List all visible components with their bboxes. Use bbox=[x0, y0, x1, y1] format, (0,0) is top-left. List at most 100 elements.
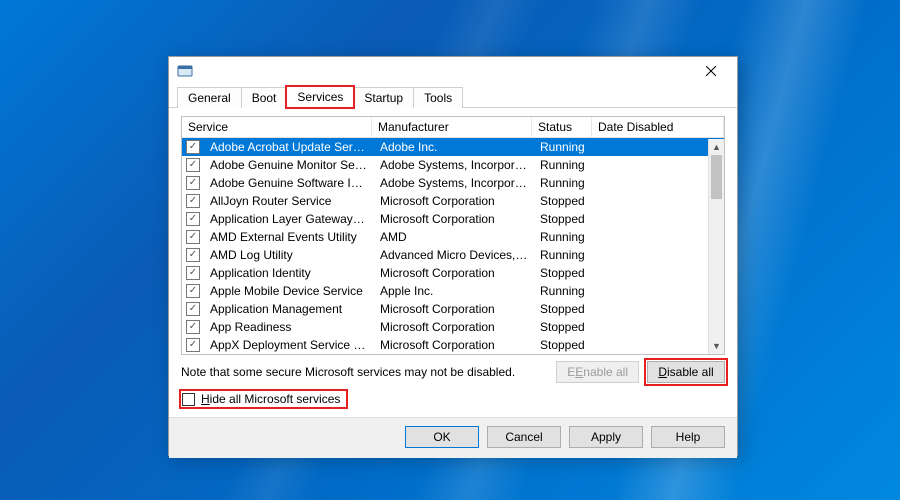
cell-service: Adobe Genuine Software Integri... bbox=[204, 173, 374, 193]
table-row[interactable]: ✓Adobe Acrobat Update ServiceAdobe Inc.R… bbox=[182, 138, 724, 156]
close-icon bbox=[706, 66, 716, 76]
msconfig-dialog: General Boot Services Startup Tools Serv… bbox=[168, 56, 738, 456]
table-row[interactable]: ✓ App ReadinessMicrosoft CorporationStopp… bbox=[182, 318, 724, 336]
cell-status: Running bbox=[534, 173, 594, 193]
row-checkbox[interactable]: ✓ bbox=[186, 302, 200, 316]
ok-button[interactable]: OK bbox=[405, 426, 479, 448]
dialog-button-row: OK Cancel Apply Help bbox=[169, 417, 737, 458]
cell-manufacturer: AMD bbox=[374, 227, 534, 247]
enable-all-button[interactable]: EEnable all bbox=[556, 361, 639, 383]
cell-status: Stopped bbox=[534, 317, 594, 337]
table-row[interactable]: ✓ Application ManagementMicrosoft Corpora… bbox=[182, 300, 724, 318]
cell-status: Stopped bbox=[534, 263, 594, 283]
cell-service: Application Layer Gateway Service bbox=[204, 209, 374, 229]
row-checkbox[interactable]: ✓ bbox=[186, 338, 200, 352]
table-row[interactable]: ✓ Application Layer Gateway ServiceMicros… bbox=[182, 210, 724, 228]
cell-date_disabled bbox=[594, 234, 674, 240]
cell-manufacturer: Microsoft Corporation bbox=[374, 317, 534, 337]
cell-status: Running bbox=[534, 155, 594, 175]
row-checkbox[interactable]: ✓ bbox=[186, 248, 200, 262]
hide-ms-services-checkbox[interactable] bbox=[182, 393, 195, 406]
cell-status: Running bbox=[534, 281, 594, 301]
cell-manufacturer: Adobe Systems, Incorpora... bbox=[374, 155, 534, 175]
cell-service: AppX Deployment Service (AppX... bbox=[204, 335, 374, 354]
list-body: ✓Adobe Acrobat Update ServiceAdobe Inc.R… bbox=[182, 138, 724, 354]
cell-status: Running bbox=[534, 245, 594, 265]
cell-date_disabled bbox=[594, 342, 674, 348]
row-checkbox[interactable]: ✓ bbox=[186, 284, 200, 298]
cell-manufacturer: Microsoft Corporation bbox=[374, 209, 534, 229]
table-row[interactable]: ✓ AMD External Events UtilityAMDRunning bbox=[182, 228, 724, 246]
cell-status: Stopped bbox=[534, 209, 594, 229]
apply-button[interactable]: Apply bbox=[569, 426, 643, 448]
table-row[interactable]: ✓ AMD Log UtilityAdvanced Micro Devices, … bbox=[182, 246, 724, 264]
tab-general[interactable]: General bbox=[177, 87, 242, 108]
cell-service: AllJoyn Router Service bbox=[204, 191, 374, 211]
cell-date_disabled bbox=[594, 198, 674, 204]
cell-service: AMD Log Utility bbox=[204, 245, 374, 265]
row-checkbox[interactable]: ✓ bbox=[186, 140, 200, 154]
tab-strip: General Boot Services Startup Tools bbox=[169, 85, 737, 108]
row-checkbox[interactable]: ✓ bbox=[186, 176, 200, 190]
table-row[interactable]: ✓ Adobe Genuine Monitor ServiceAdobe Syst… bbox=[182, 156, 724, 174]
col-service[interactable]: Service bbox=[182, 117, 372, 137]
cell-manufacturer: Microsoft Corporation bbox=[374, 299, 534, 319]
col-status[interactable]: Status bbox=[532, 117, 592, 137]
col-date-disabled[interactable]: Date Disabled bbox=[592, 117, 724, 137]
col-manufacturer[interactable]: Manufacturer bbox=[372, 117, 532, 137]
cell-date_disabled bbox=[594, 288, 674, 294]
scroll-down-icon[interactable]: ▼ bbox=[709, 338, 724, 354]
disable-all-button[interactable]: Disable all bbox=[647, 361, 725, 383]
cancel-button[interactable]: Cancel bbox=[487, 426, 561, 448]
table-row[interactable]: ✓Application IdentityMicrosoft Corporati… bbox=[182, 264, 724, 282]
cell-service: AMD External Events Utility bbox=[204, 227, 374, 247]
cell-manufacturer: Advanced Micro Devices, I... bbox=[374, 245, 534, 265]
list-header: Service Manufacturer Status Date Disable… bbox=[182, 117, 724, 138]
cell-service: Apple Mobile Device Service bbox=[204, 281, 374, 301]
scroll-up-icon[interactable]: ▲ bbox=[709, 139, 724, 155]
cell-date_disabled bbox=[594, 252, 674, 258]
cell-date_disabled bbox=[594, 270, 674, 276]
tab-tools[interactable]: Tools bbox=[413, 87, 463, 108]
row-checkbox[interactable]: ✓ bbox=[186, 158, 200, 172]
row-checkbox[interactable]: ✓ bbox=[186, 266, 200, 280]
cell-date_disabled bbox=[594, 324, 674, 330]
row-checkbox[interactable]: ✓ bbox=[186, 194, 200, 208]
help-button[interactable]: Help bbox=[651, 426, 725, 448]
row-checkbox[interactable]: ✓ bbox=[186, 320, 200, 334]
cell-service: Adobe Genuine Monitor Service bbox=[204, 155, 374, 175]
hide-ms-services-row[interactable]: Hide all Microsoft services bbox=[181, 391, 346, 407]
cell-status: Running bbox=[534, 227, 594, 247]
cell-manufacturer: Apple Inc. bbox=[374, 281, 534, 301]
cell-service: App Readiness bbox=[204, 317, 374, 337]
cell-manufacturer: Microsoft Corporation bbox=[374, 335, 534, 354]
scroll-thumb[interactable] bbox=[711, 155, 722, 199]
table-row[interactable]: ✓ AppX Deployment Service (AppX...Microso… bbox=[182, 336, 724, 354]
cell-date_disabled bbox=[594, 144, 674, 150]
table-row[interactable]: ✓ Apple Mobile Device ServiceApple Inc.Ru… bbox=[182, 282, 724, 300]
services-list[interactable]: Service Manufacturer Status Date Disable… bbox=[181, 116, 725, 355]
row-checkbox[interactable]: ✓ bbox=[186, 212, 200, 226]
table-row[interactable]: ✓ Adobe Genuine Software Integri...Adobe … bbox=[182, 174, 724, 192]
titlebar bbox=[169, 57, 737, 85]
scroll-track[interactable] bbox=[709, 155, 724, 338]
cell-service: Application Management bbox=[204, 299, 374, 319]
row-checkbox[interactable]: ✓ bbox=[186, 230, 200, 244]
cell-date_disabled bbox=[594, 306, 674, 312]
app-icon bbox=[177, 63, 193, 79]
cell-manufacturer: Adobe Systems, Incorpora... bbox=[374, 173, 534, 193]
close-button[interactable] bbox=[689, 57, 733, 85]
tab-startup[interactable]: Startup bbox=[353, 87, 414, 108]
cell-status: Stopped bbox=[534, 299, 594, 319]
tab-boot[interactable]: Boot bbox=[241, 87, 288, 108]
cell-status: Stopped bbox=[534, 335, 594, 354]
cell-date_disabled bbox=[594, 162, 674, 168]
cell-status: Stopped bbox=[534, 191, 594, 211]
cell-manufacturer: Microsoft Corporation bbox=[374, 263, 534, 283]
tab-services[interactable]: Services bbox=[286, 86, 354, 108]
scrollbar[interactable]: ▲ ▼ bbox=[708, 139, 724, 354]
table-row[interactable]: ✓AllJoyn Router ServiceMicrosoft Corpora… bbox=[182, 192, 724, 210]
cell-date_disabled bbox=[594, 216, 674, 222]
hide-ms-services-label: Hide all Microsoft services bbox=[201, 392, 340, 406]
note-text: Note that some secure Microsoft services… bbox=[181, 365, 548, 379]
